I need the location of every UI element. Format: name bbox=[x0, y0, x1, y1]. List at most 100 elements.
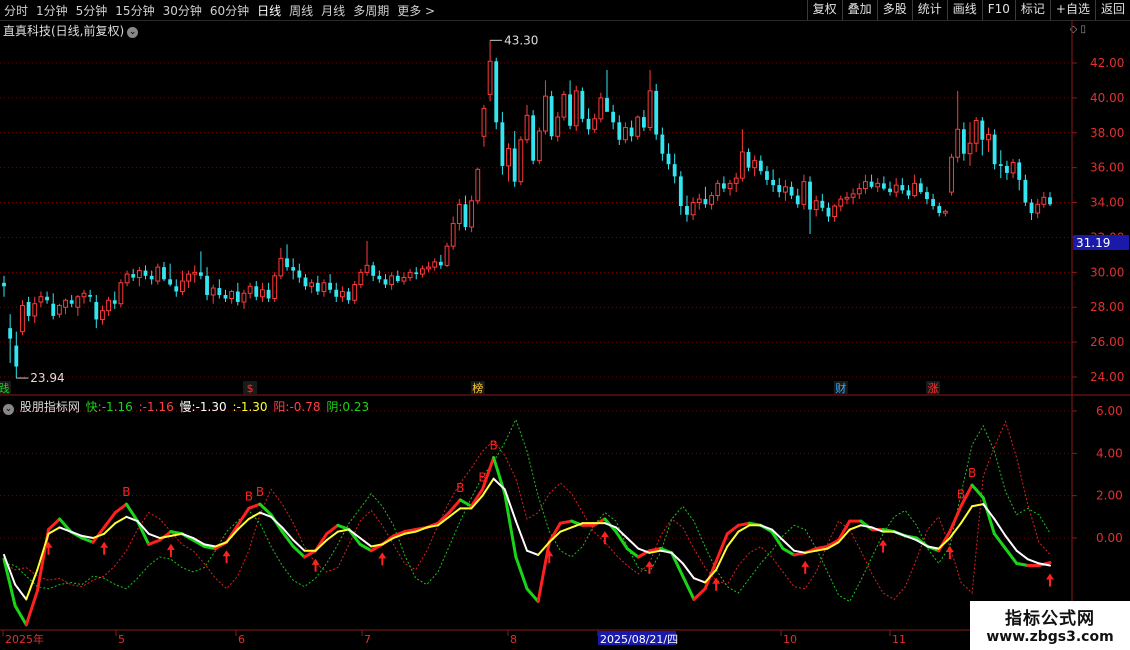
candle-body bbox=[942, 210, 948, 214]
event-marker: 榜 bbox=[472, 381, 483, 395]
series-fast-segment bbox=[514, 555, 529, 591]
candle-body bbox=[918, 183, 923, 193]
candle-body bbox=[605, 97, 609, 112]
candle-body bbox=[395, 275, 400, 282]
candle-body bbox=[598, 97, 604, 120]
price-tick-label: 30.00 bbox=[1090, 265, 1124, 279]
candle-body bbox=[777, 185, 782, 193]
candle-body bbox=[371, 265, 376, 276]
indicator-tick-label: 4.00 bbox=[1096, 446, 1123, 460]
buy-arrow-icon bbox=[600, 531, 609, 545]
candle-body bbox=[739, 151, 745, 179]
price-tick-label: 34.00 bbox=[1090, 196, 1124, 210]
candle-body bbox=[844, 196, 850, 200]
series-slow-segment bbox=[247, 511, 261, 520]
candle-body bbox=[217, 288, 222, 296]
candle-body bbox=[438, 261, 443, 266]
series-slow-segment bbox=[993, 517, 1007, 537]
candle-body bbox=[389, 275, 395, 286]
candle-body bbox=[241, 292, 247, 303]
candle-body bbox=[475, 168, 481, 202]
candle-body bbox=[303, 277, 308, 287]
candle-body bbox=[124, 273, 130, 284]
candle-body bbox=[223, 295, 228, 299]
candle-body bbox=[592, 118, 598, 130]
candle-body bbox=[1029, 202, 1034, 214]
series-fast-segment bbox=[1003, 547, 1019, 565]
yang-value: -0.78 bbox=[289, 400, 321, 414]
candle-body bbox=[112, 300, 117, 304]
candle-body bbox=[801, 181, 807, 205]
indicator-tick-label: 6.00 bbox=[1096, 404, 1123, 418]
candle-body bbox=[524, 114, 530, 141]
watermark-line1: 指标公式网 bbox=[1005, 609, 1095, 629]
candle-body bbox=[94, 301, 99, 320]
buy-arrow-icon bbox=[1046, 573, 1054, 587]
buy-arrow-icon bbox=[378, 552, 387, 566]
series-slow-segment bbox=[158, 534, 172, 539]
series-yin-line bbox=[3, 418, 1051, 603]
fast-label: 快: bbox=[85, 400, 102, 414]
candle-body bbox=[1041, 196, 1047, 205]
series-slow-segment bbox=[1015, 549, 1029, 561]
candle-body bbox=[850, 193, 856, 198]
buy-arrow-icon bbox=[945, 546, 954, 559]
candle-body bbox=[56, 304, 62, 315]
series-slow-segment bbox=[1026, 558, 1040, 565]
candle-body bbox=[32, 303, 38, 317]
candle-body bbox=[14, 345, 19, 367]
candle-body bbox=[518, 139, 524, 183]
candle-body bbox=[315, 282, 320, 292]
series-fast-segment bbox=[558, 519, 574, 525]
candle-body bbox=[937, 206, 942, 214]
indicator-tick-label: 2.00 bbox=[1096, 489, 1123, 503]
series-fast-segment bbox=[147, 538, 162, 546]
candle-body bbox=[900, 185, 905, 191]
candle-body bbox=[685, 206, 689, 215]
series-slow-segment bbox=[514, 520, 528, 552]
candle-body bbox=[1017, 162, 1022, 180]
candle-body bbox=[832, 205, 838, 218]
series-slow-segment bbox=[848, 524, 862, 531]
b-signal-label: B bbox=[478, 470, 486, 484]
candle-body bbox=[278, 257, 284, 277]
buy-arrow-icon bbox=[222, 550, 231, 564]
candle-body bbox=[696, 198, 702, 204]
candle-body bbox=[881, 183, 886, 189]
candle-body bbox=[709, 195, 714, 205]
candle-body bbox=[272, 275, 278, 300]
candle-body bbox=[771, 179, 776, 186]
candle-body bbox=[364, 264, 370, 273]
candle-body bbox=[635, 116, 641, 137]
indicator-title: ⌄ 股朋指标网 快:-1.16 :-1.16 慢:-1.30 :-1.30 阳:… bbox=[3, 398, 371, 415]
chevron-down-icon[interactable]: ⌄ bbox=[3, 404, 14, 415]
candle-body bbox=[893, 184, 899, 193]
candle-body bbox=[432, 261, 438, 268]
date-tick-label: 2025/08/21/四 bbox=[600, 633, 678, 646]
candle-body bbox=[8, 328, 13, 339]
candle-body bbox=[629, 127, 634, 137]
chart-canvas: 42.0040.0038.0036.0034.0032.0030.0028.00… bbox=[0, 20, 1130, 650]
candle-body bbox=[419, 268, 425, 275]
event-marker: 涨 bbox=[928, 382, 939, 395]
candle-body bbox=[45, 296, 49, 301]
candle-body bbox=[1023, 179, 1028, 203]
series-slow-segment bbox=[681, 562, 695, 580]
candle-body bbox=[383, 279, 388, 285]
candle-body bbox=[481, 107, 487, 137]
candle-body bbox=[765, 171, 769, 180]
series-slow-segment bbox=[626, 537, 640, 550]
slow-label: 慢: bbox=[179, 400, 196, 414]
candle-body bbox=[869, 181, 874, 187]
current-price-tag: 31.19 bbox=[1076, 236, 1110, 250]
candle-body bbox=[925, 192, 929, 200]
candle-body bbox=[346, 291, 351, 301]
candle-body bbox=[192, 271, 198, 275]
candle-body bbox=[998, 164, 1003, 166]
candle-body bbox=[789, 186, 794, 196]
candle-body bbox=[229, 291, 235, 299]
price-tick-label: 40.00 bbox=[1090, 91, 1124, 105]
candle-body bbox=[162, 267, 166, 280]
candle-body bbox=[980, 120, 985, 140]
candle-body bbox=[586, 118, 591, 130]
